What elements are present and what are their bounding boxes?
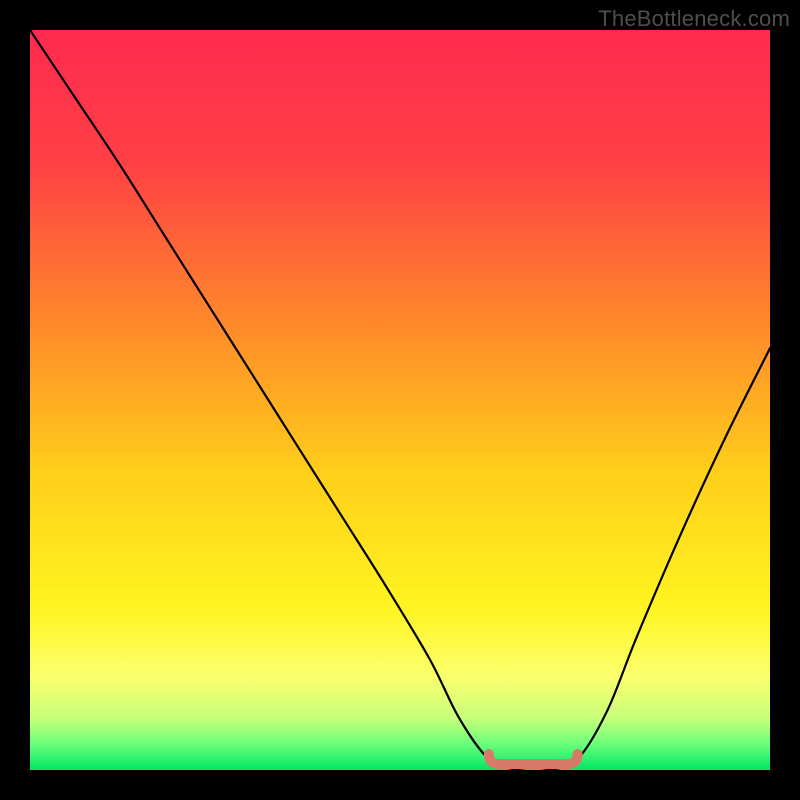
gradient-background <box>30 30 770 770</box>
chart-frame: TheBottleneck.com <box>0 0 800 800</box>
bottleneck-chart <box>0 0 800 800</box>
attribution-text: TheBottleneck.com <box>598 6 790 32</box>
